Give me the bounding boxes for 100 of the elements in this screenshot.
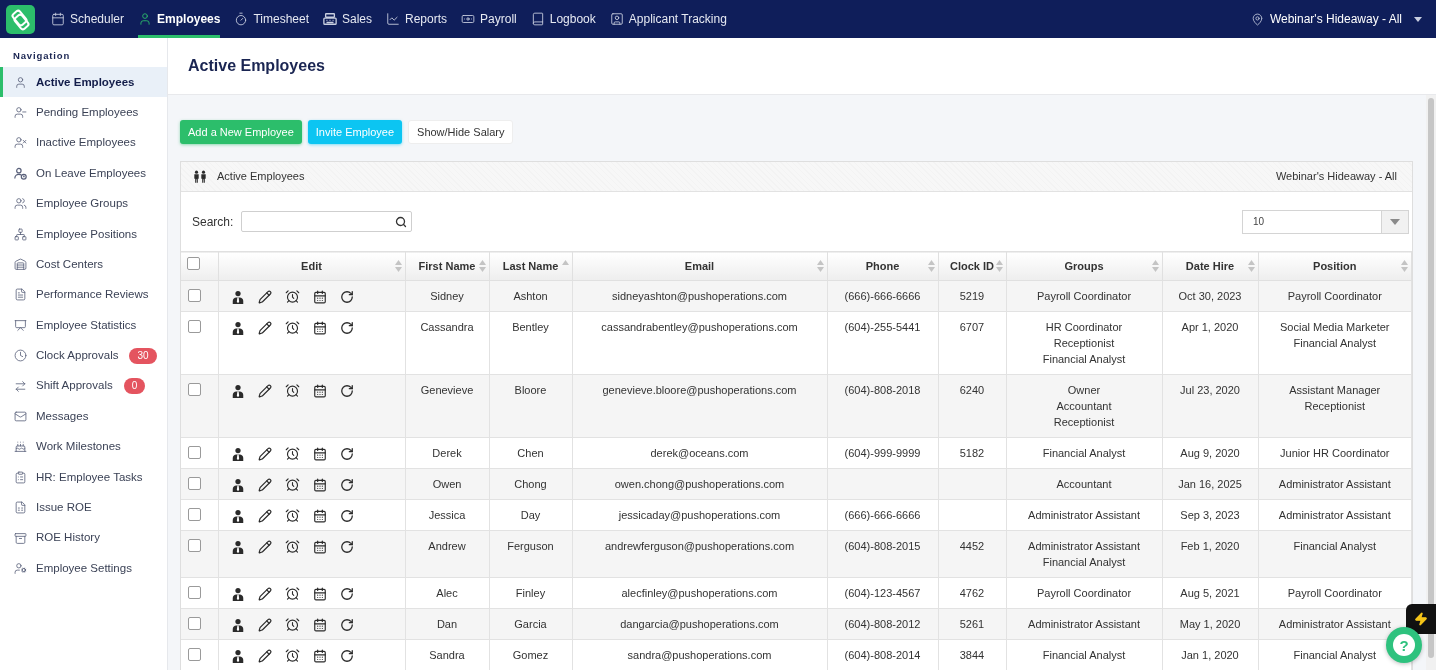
nav-tab[interactable]: Logbook [530,0,596,38]
pencil-icon[interactable] [257,508,272,523]
checkbox[interactable] [188,477,201,490]
rotate-arrow-icon[interactable] [339,446,354,461]
checkbox[interactable] [188,617,201,630]
calendar-icon[interactable] [312,508,327,523]
person-tie-icon[interactable] [230,320,245,335]
sidebar-item[interactable]: Pending Employees [0,97,167,128]
sidebar-item[interactable]: On Leave Employees [0,158,167,189]
person-tie-icon[interactable] [230,648,245,663]
rotate-arrow-icon[interactable] [339,508,354,523]
checkbox[interactable] [187,257,200,271]
checkbox[interactable] [188,289,201,302]
calendar-icon[interactable] [312,617,327,632]
rotate-arrow-icon[interactable] [339,617,354,632]
quick-action-button[interactable] [1406,604,1436,634]
rotate-arrow-icon[interactable] [339,383,354,398]
action-button[interactable]: Show/Hide Salary [408,120,514,144]
column-header[interactable]: Edit [218,251,405,281]
sidebar-item[interactable]: ROE History [0,522,167,554]
person-tie-icon[interactable] [230,617,245,632]
nav-tab[interactable]: Payroll [461,0,517,38]
alarm-clock-icon[interactable] [284,508,300,523]
pencil-icon[interactable] [257,648,272,663]
person-tie-icon[interactable] [230,477,245,492]
sidebar-item[interactable]: Work Milestones [0,431,167,463]
pencil-icon[interactable] [257,586,272,601]
person-tie-icon[interactable] [230,446,245,461]
page-size-select[interactable]: 10 [1242,209,1409,234]
alarm-clock-icon[interactable] [284,477,300,492]
column-header[interactable]: Groups [1006,251,1162,281]
checkbox[interactable] [188,539,201,552]
location-selector[interactable]: Webinar's Hideaway - All [1250,0,1422,38]
rotate-arrow-icon[interactable] [339,289,354,304]
column-header[interactable]: Last Name [489,251,572,281]
person-tie-icon[interactable] [230,539,245,554]
person-tie-icon[interactable] [230,383,245,398]
sidebar-item[interactable]: Issue ROE [0,492,167,523]
person-tie-icon[interactable] [230,586,245,601]
checkbox[interactable] [188,383,201,396]
alarm-clock-icon[interactable] [284,446,300,461]
alarm-clock-icon[interactable] [284,289,300,304]
rotate-arrow-icon[interactable] [339,477,354,492]
checkbox[interactable] [188,648,201,661]
nav-tab[interactable]: Reports [386,0,448,38]
scrollbar[interactable] [1426,95,1436,670]
pencil-icon[interactable] [257,617,272,632]
checkbox[interactable] [188,446,201,459]
sidebar-item[interactable]: Active Employees [0,67,167,98]
alarm-clock-icon[interactable] [284,617,300,632]
checkbox[interactable] [188,508,201,521]
sidebar-item[interactable]: Messages [0,401,167,432]
calendar-icon[interactable] [312,446,327,461]
pencil-icon[interactable] [257,477,272,492]
sidebar-item[interactable]: HR: Employee Tasks [0,462,167,493]
nav-tab[interactable]: Scheduler [51,0,125,38]
rotate-arrow-icon[interactable] [339,539,354,554]
calendar-icon[interactable] [312,320,327,335]
nav-tab[interactable]: Sales [323,0,373,38]
pencil-icon[interactable] [257,539,272,554]
calendar-icon[interactable] [312,477,327,492]
sidebar-item[interactable]: Employee Groups [0,188,167,219]
checkbox[interactable] [188,320,201,333]
alarm-clock-icon[interactable] [284,539,300,554]
sidebar-item[interactable]: Shift Approvals 0 [0,370,167,402]
sidebar-item[interactable]: Employee Positions [0,218,167,250]
checkbox[interactable] [188,586,201,599]
rotate-arrow-icon[interactable] [339,648,354,663]
calendar-icon[interactable] [312,648,327,663]
nav-tab[interactable]: Applicant Tracking [609,0,727,38]
person-tie-icon[interactable] [230,289,245,304]
column-header[interactable]: Position [1258,251,1412,281]
column-header[interactable]: First Name [405,251,489,281]
alarm-clock-icon[interactable] [284,648,300,663]
calendar-icon[interactable] [312,289,327,304]
rotate-arrow-icon[interactable] [339,586,354,601]
pencil-icon[interactable] [257,383,272,398]
sidebar-item[interactable]: Employee Statistics [0,310,167,341]
sidebar-item[interactable]: Cost Centers [0,249,167,280]
sidebar-item[interactable]: Performance Reviews [0,279,167,311]
column-header[interactable]: Clock ID [938,251,1006,281]
calendar-icon[interactable] [312,586,327,601]
alarm-clock-icon[interactable] [284,320,300,335]
search-field[interactable] [241,211,413,232]
sidebar-item[interactable]: Clock Approvals 30 [0,340,167,371]
pencil-icon[interactable] [257,320,272,335]
app-logo-icon[interactable] [6,4,35,34]
column-header[interactable]: Email [572,251,827,281]
pencil-icon[interactable] [257,289,272,304]
alarm-clock-icon[interactable] [284,383,300,398]
person-tie-icon[interactable] [230,508,245,523]
sidebar-item[interactable]: Inactive Employees [0,127,167,159]
alarm-clock-icon[interactable] [284,586,300,601]
nav-tab[interactable]: Timesheet [234,0,309,38]
sidebar-item[interactable]: Employee Settings [0,553,167,584]
calendar-icon[interactable] [312,383,327,398]
column-header[interactable]: Phone [827,251,938,281]
column-header[interactable]: Date Hire [1162,251,1258,281]
calendar-icon[interactable] [312,539,327,554]
pencil-icon[interactable] [257,446,272,461]
